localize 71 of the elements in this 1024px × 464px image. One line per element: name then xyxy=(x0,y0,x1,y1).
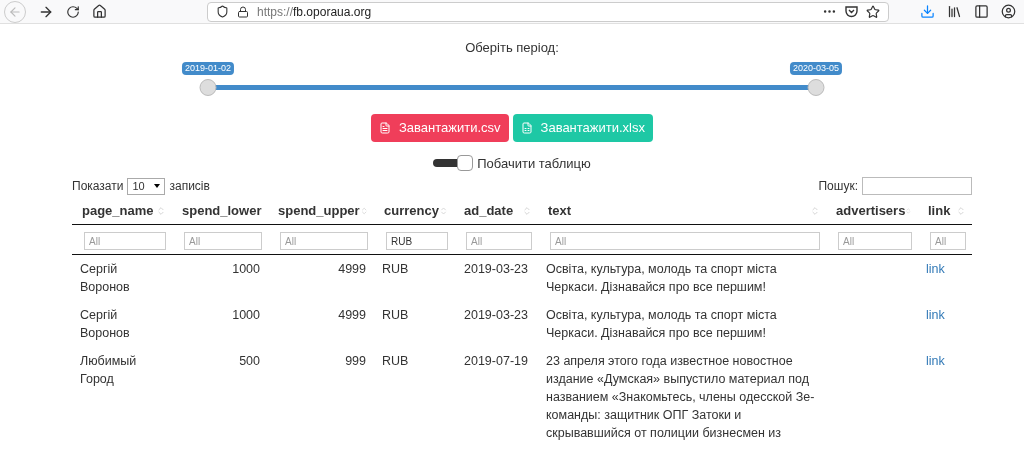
address-bar[interactable]: https://fb.oporaua.org xyxy=(207,1,889,22)
sort-icon xyxy=(522,205,532,216)
file-icon xyxy=(520,121,533,134)
table-cell: 500 xyxy=(239,354,260,368)
slider-track[interactable] xyxy=(199,78,825,96)
table-cell: Освіта, культура, молодь та спорт міста Черкаси. Дізнавайся про все першим! xyxy=(546,262,777,294)
table-cell: 1000 xyxy=(232,308,260,322)
reload-icon[interactable] xyxy=(66,4,80,19)
link[interactable]: link xyxy=(926,354,945,368)
sort-icon xyxy=(359,205,368,216)
filter-field[interactable]: All xyxy=(84,232,166,250)
length-label: Показати xyxy=(72,178,124,195)
file-icon xyxy=(378,121,391,134)
column-header[interactable]: spend_upper xyxy=(268,200,374,221)
table-cell: RUB xyxy=(382,308,409,322)
library-icon[interactable] xyxy=(947,4,962,19)
search-label: Пошук: xyxy=(818,178,858,195)
page-length-select[interactable]: 10 xyxy=(127,177,166,195)
table-cell: 2019-03-23 xyxy=(464,262,528,276)
slider-value-label: 2019-01-02 xyxy=(182,61,234,75)
table-cell: Сергій Воронов xyxy=(80,262,130,294)
shield-icon[interactable] xyxy=(216,5,229,18)
lock-icon xyxy=(237,5,249,18)
chevron-badge-icon[interactable] xyxy=(845,5,858,18)
sort-icon xyxy=(438,205,448,216)
link[interactable]: link xyxy=(926,262,945,276)
sort-icon xyxy=(810,205,820,216)
column-header[interactable]: currency xyxy=(374,200,454,221)
period-label: Оберіть період: xyxy=(465,39,559,57)
slider-thumb[interactable] xyxy=(199,78,217,96)
filter-field[interactable]: All xyxy=(838,232,912,250)
table-cell: 2019-03-23 xyxy=(464,308,528,322)
table-cell: 2019-07-19 xyxy=(464,354,528,368)
column-header[interactable]: spend_lower xyxy=(172,200,268,221)
account-icon[interactable] xyxy=(1001,4,1016,19)
table-cell: RUB xyxy=(382,262,409,276)
toggle-label: Побачити таблицю xyxy=(477,154,591,173)
table-cell: RUB xyxy=(382,354,409,368)
table-cell: Освіта, культура, молодь та спорт міста Черкаси. Дізнавайся про все першим! xyxy=(546,308,777,340)
link[interactable]: link xyxy=(926,308,945,322)
star-icon[interactable] xyxy=(866,4,880,19)
slider-thumb[interactable] xyxy=(807,78,825,96)
table-cell: 4999 xyxy=(338,262,366,276)
filter-field[interactable]: All xyxy=(184,232,262,250)
column-header[interactable]: page_name xyxy=(72,200,172,221)
filter-field[interactable]: All xyxy=(550,232,820,250)
sort-icon xyxy=(956,205,966,216)
table-cell: Любимый Город xyxy=(80,354,137,386)
filter-field[interactable]: RUB xyxy=(386,232,448,250)
column-header[interactable]: link xyxy=(918,200,972,221)
download-icon[interactable] xyxy=(920,4,935,19)
home-icon[interactable] xyxy=(92,4,107,19)
table-cell: 23 апреля этого года известное новостное издание «Думская» выпустило материал под названием «Знакомьтесь, члены одесской Зе-команды: защитник ОПГ Затоки и скрывавшийся от полиции бизнесмен из xyxy=(546,354,815,440)
filter-field[interactable]: All xyxy=(466,232,532,250)
table-cell: 4999 xyxy=(338,308,366,322)
sort-icon xyxy=(156,205,166,216)
length-label: записів xyxy=(169,178,210,195)
table-cell: 1000 xyxy=(232,262,260,276)
search-field[interactable] xyxy=(862,177,972,195)
column-header[interactable]: text xyxy=(538,200,826,221)
filter-field[interactable]: All xyxy=(280,232,368,250)
sort-icon xyxy=(905,205,912,216)
column-header[interactable]: advertisers xyxy=(826,200,918,221)
sidebar-icon[interactable] xyxy=(974,4,989,19)
table-cell: Сергій Воронов xyxy=(80,308,130,340)
url-text: https://fb.oporaua.org xyxy=(257,3,372,21)
download-button[interactable]: Завантажити.csv xyxy=(370,113,509,142)
filter-field[interactable]: All xyxy=(930,232,966,250)
table-cell: 999 xyxy=(345,354,366,368)
column-header[interactable]: ad_date xyxy=(454,200,538,221)
slider-value-label: 2020-03-05 xyxy=(790,61,842,75)
